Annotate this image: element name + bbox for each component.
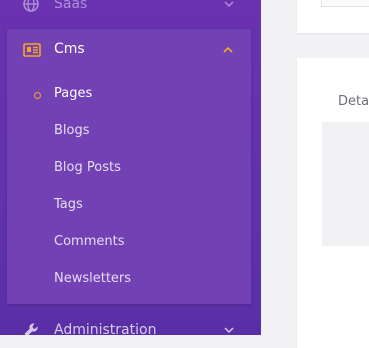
sidebar: Saas Cms Pages Blogs Blog Posts Tags Com…: [0, 0, 261, 335]
sidebar-item-label: Saas: [54, 0, 88, 12]
top-card: [297, 0, 369, 33]
newspaper-icon: [23, 43, 41, 57]
sidebar-subitem-blog-posts[interactable]: Blog Posts: [7, 154, 251, 182]
sidebar-item-label: Administration: [54, 322, 157, 335]
chevron-down-icon: [224, 1, 234, 8]
sidebar-subitem-blogs[interactable]: Blogs: [7, 117, 251, 145]
globe-icon: [23, 0, 39, 12]
sidebar-subitem-label: Newsletters: [54, 271, 132, 286]
sidebar-subitem-label: Pages: [54, 86, 93, 101]
input-field[interactable]: [321, 0, 369, 7]
sidebar-subitem-newsletters[interactable]: Newsletters: [7, 265, 251, 293]
details-content-area: [322, 122, 369, 246]
sidebar-item-saas[interactable]: Saas: [0, 0, 261, 22]
sidebar-subitem-tags[interactable]: Tags: [7, 191, 251, 219]
sidebar-item-label: Cms: [54, 41, 85, 57]
sidebar-item-cms[interactable]: Cms: [7, 29, 251, 71]
sidebar-subitem-pages[interactable]: Pages: [7, 80, 251, 108]
sidebar-subitem-label: Tags: [54, 197, 83, 212]
sidebar-group-cms: Cms Pages Blogs Blog Posts Tags Comments…: [7, 29, 251, 304]
sidebar-subitem-label: Comments: [54, 234, 125, 249]
sidebar-subitem-comments[interactable]: Comments: [7, 228, 251, 256]
wrench-icon: [24, 323, 38, 335]
details-card: Deta: [297, 58, 369, 348]
active-bullet-icon: [34, 92, 41, 99]
sidebar-subitem-label: Blog Posts: [54, 160, 121, 175]
sidebar-item-administration[interactable]: Administration: [0, 312, 261, 335]
details-label: Deta: [338, 94, 369, 109]
chevron-up-icon: [223, 46, 233, 53]
chevron-down-icon: [224, 327, 234, 334]
sidebar-subitem-label: Blogs: [54, 123, 90, 138]
